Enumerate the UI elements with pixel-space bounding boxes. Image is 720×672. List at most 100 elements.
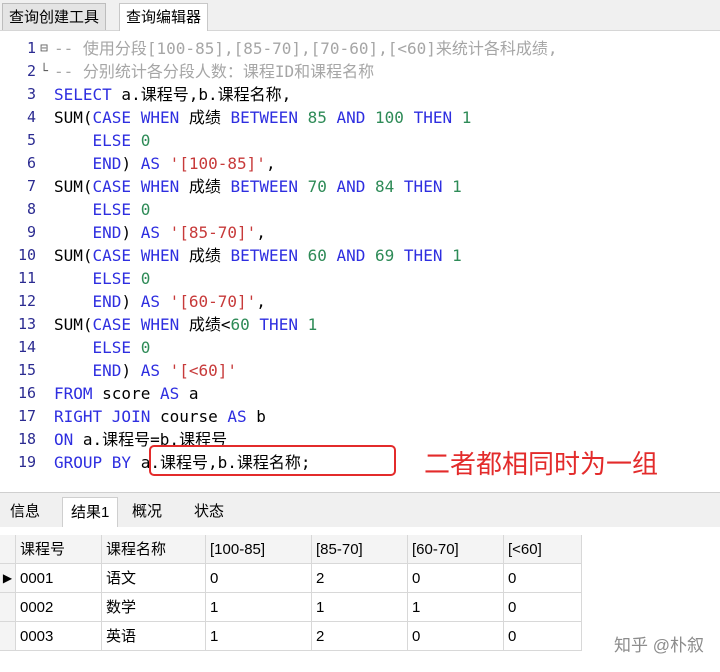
table-cell[interactable]: 2 — [312, 622, 408, 651]
table-cell[interactable]: 1 — [408, 593, 504, 622]
code-token: '[100-85]' — [159, 154, 266, 173]
code-text: RIGHT JOIN course AS b — [54, 405, 266, 428]
watermark: 知乎 @朴叙 — [614, 636, 704, 655]
tab-status[interactable]: 状态 — [186, 497, 232, 526]
code-token: ELSE — [92, 131, 132, 150]
table-cell[interactable]: 0002 — [16, 593, 102, 622]
code-token: END — [92, 154, 122, 173]
results-grid[interactable]: 课程号 课程名称 [100-85] [85-70] [60-70] [<60] ▶ 0001 语… — [0, 527, 720, 672]
code-token: 1 — [442, 177, 462, 196]
table-row[interactable]: 0003 英语 1 2 0 0 — [0, 622, 582, 651]
column-header[interactable]: 课程名称 — [102, 535, 206, 564]
code-line: 16 FROM score AS a — [0, 382, 720, 405]
code-token: ) — [121, 292, 141, 311]
column-header[interactable]: [100-85] — [206, 535, 312, 564]
table-cell[interactable]: 0 — [504, 593, 582, 622]
code-token: BETWEEN — [230, 177, 298, 196]
code-text: END) AS '[60-70]', — [54, 290, 266, 313]
sql-editor[interactable]: 1 ⊟ -- 使用分段[100-85],[85-70],[70-60],[<60]来… — [0, 31, 720, 491]
table-cell[interactable]: 0 — [504, 622, 582, 651]
code-line: 7 SUM(CASE WHEN 成绩 BETWEEN 70 AND 84 THEN… — [0, 175, 720, 198]
code-token: 0 — [131, 131, 151, 150]
code-token: '[60-70]' — [159, 292, 257, 311]
code-line: 8 ELSE 0 — [0, 198, 720, 221]
code-token: CASE WHEN — [92, 177, 180, 196]
table-row[interactable]: 0002 数学 1 1 1 0 — [0, 593, 582, 622]
line-number: 14 — [17, 338, 36, 356]
table-cell[interactable]: 0 — [206, 564, 312, 593]
code-token: 0 — [131, 269, 151, 288]
line-number: 17 — [17, 407, 36, 425]
code-line: 3 SELECT a.课程号,b.课程名称, — [0, 83, 720, 106]
table-cell[interactable]: 语文 — [102, 564, 206, 593]
fold-collapse-icon[interactable]: ⊟ — [38, 37, 50, 60]
line-number: 19 — [17, 453, 36, 471]
code-token: AS — [140, 292, 160, 311]
code-token: 1 — [442, 246, 462, 265]
tab-profile[interactable]: 概况 — [124, 497, 170, 526]
code-token: RIGHT JOIN — [54, 407, 151, 426]
table-cell[interactable]: 0 — [408, 622, 504, 651]
line-number: 15 — [17, 361, 36, 379]
code-token: SELECT — [54, 85, 112, 104]
grid-corner — [0, 535, 16, 564]
table-cell[interactable]: 2 — [312, 564, 408, 593]
column-header[interactable]: [<60] — [504, 535, 582, 564]
code-token: FROM — [54, 384, 93, 403]
tab-query-editor[interactable]: 查询编辑器 — [119, 3, 209, 31]
code-line: 11 ELSE 0 — [0, 267, 720, 290]
code-token: ) — [121, 361, 141, 380]
row-selector[interactable] — [0, 622, 16, 651]
code-token: -- 分别统计各分段人数：课程ID和课程名称 — [54, 62, 375, 81]
code-token: 成绩 — [179, 177, 231, 196]
code-text: SUM(CASE WHEN 成绩 BETWEEN 60 AND 69 THEN … — [54, 244, 462, 267]
code-token: score — [92, 384, 160, 403]
row-selector[interactable] — [0, 593, 16, 622]
tab-result-1[interactable]: 结果1 — [62, 497, 119, 527]
table-row[interactable]: ▶ 0001 语文 0 2 0 0 — [0, 564, 582, 593]
code-token: ELSE — [92, 200, 132, 219]
code-line: 2 └ -- 分别统计各分段人数：课程ID和课程名称 — [0, 60, 720, 83]
column-header[interactable]: [60-70] — [408, 535, 504, 564]
line-number: 5 — [26, 131, 36, 149]
code-token: AS — [140, 154, 160, 173]
row-selector[interactable]: ▶ — [0, 564, 16, 593]
column-header[interactable]: 课程号 — [16, 535, 102, 564]
table-cell[interactable]: 数学 — [102, 593, 206, 622]
code-text: SUM(CASE WHEN 成绩<60 THEN 1 — [54, 313, 317, 336]
results-header-row: 课程号 课程名称 [100-85] [85-70] [60-70] [<60] — [0, 535, 582, 564]
table-cell[interactable]: 1 — [312, 593, 408, 622]
code-token: AND — [336, 177, 366, 196]
code-token: AS — [227, 407, 247, 426]
code-text: SUM(CASE WHEN 成绩 BETWEEN 85 AND 100 THEN… — [54, 106, 471, 129]
table-cell[interactable]: 0003 — [16, 622, 102, 651]
column-header[interactable]: [85-70] — [312, 535, 408, 564]
code-line: 5 ELSE 0 — [0, 129, 720, 152]
table-cell[interactable]: 1 — [206, 622, 312, 651]
code-token: 60 — [297, 246, 337, 265]
code-token: ) — [121, 223, 141, 242]
table-cell[interactable]: 0 — [504, 564, 582, 593]
tab-query-builder[interactable]: 查询创建工具 — [2, 3, 107, 30]
tab-info[interactable]: 信息 — [2, 497, 48, 526]
code-text: FROM score AS a — [54, 382, 199, 405]
code-line: 6 END) AS '[100-85]', — [0, 152, 720, 175]
code-text: ELSE 0 — [54, 267, 151, 290]
code-line: 9 END) AS '[85-70]', — [0, 221, 720, 244]
group-by-annotation: 二者都相同时为一组 — [424, 450, 659, 480]
table-cell[interactable]: 0 — [408, 564, 504, 593]
code-token: b — [246, 407, 266, 426]
line-number: 3 — [26, 85, 36, 103]
code-token: BETWEEN — [230, 246, 298, 265]
code-token: SUM( — [54, 315, 93, 334]
table-cell[interactable]: 英语 — [102, 622, 206, 651]
code-token: THEN — [413, 108, 453, 127]
code-token: GROUP BY — [54, 453, 132, 472]
code-token: CASE WHEN — [92, 108, 180, 127]
fold-guide-icon: └ — [40, 64, 48, 79]
table-cell[interactable]: 1 — [206, 593, 312, 622]
table-cell[interactable]: 0001 — [16, 564, 102, 593]
